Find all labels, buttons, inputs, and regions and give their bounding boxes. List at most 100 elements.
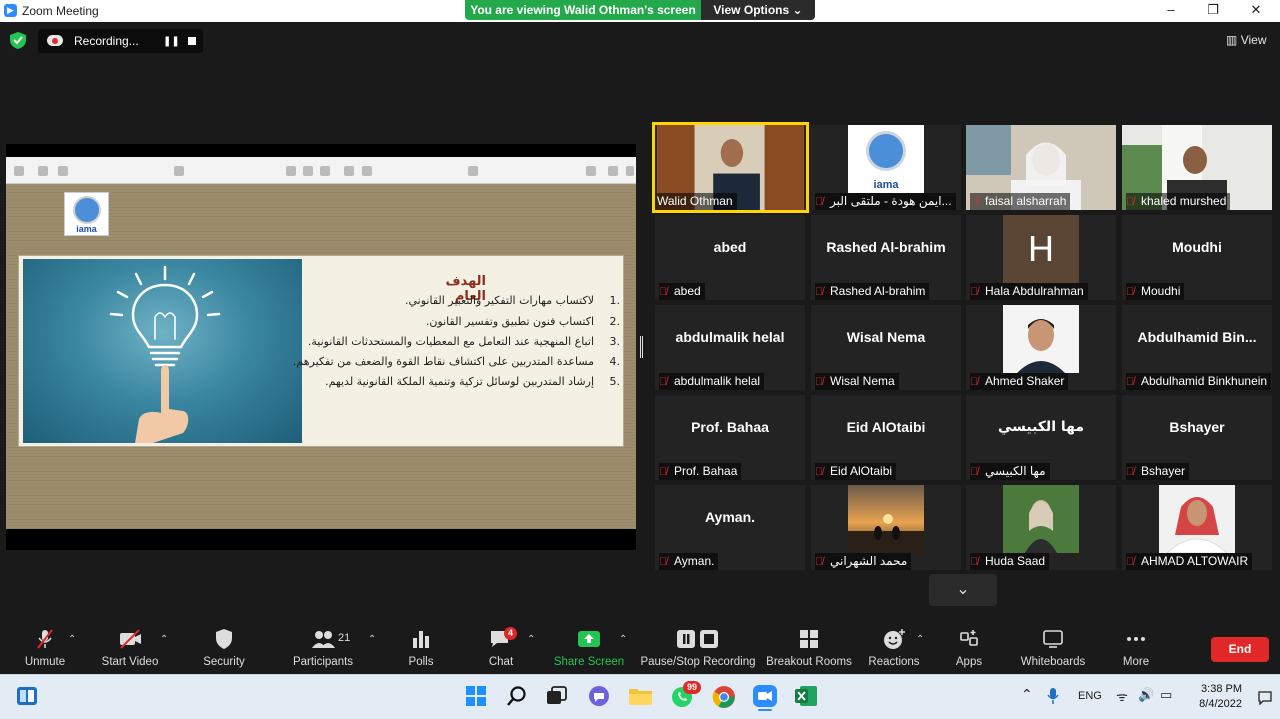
participant-name: 🎙̸ Abdulhamid Binkhunein [1126, 373, 1272, 390]
widgets-icon[interactable] [16, 686, 38, 706]
participant-tile[interactable]: مها الكبيسي 🎙̸ مها الكبيسي [966, 395, 1116, 480]
participant-name: 🎙̸ abdulmalik helal [659, 373, 765, 390]
whatsapp-unread-badge: 99 [683, 681, 702, 694]
whiteboard-icon [1043, 630, 1063, 648]
breakout-rooms-button[interactable]: Breakout Rooms [764, 628, 854, 668]
apps-icon [960, 630, 978, 646]
participant-tile[interactable]: 🎙̸ Ahmed Shaker [966, 305, 1116, 390]
slide-app-toolbar [6, 157, 636, 184]
clock[interactable]: 3:38 PM 8/4/2022 [1196, 682, 1242, 712]
encryption-shield-icon[interactable] [10, 32, 26, 49]
search-icon[interactable] [506, 685, 528, 707]
muted-mic-icon: 🎙̸ [659, 376, 668, 388]
teams-chat-icon[interactable] [587, 685, 611, 707]
stop-recording-icon[interactable] [188, 37, 196, 45]
muted-mic-icon: 🎙̸ [659, 286, 668, 298]
participant-name: 🎙̸ محمد الشهراني [815, 553, 912, 570]
volume-icon[interactable]: 🔊 [1138, 687, 1154, 703]
breakout-rooms-icon [800, 630, 818, 648]
globe-icon [73, 196, 101, 224]
share-screen-icon [578, 631, 600, 647]
polls-button[interactable]: Polls [376, 628, 466, 668]
chat-options-caret[interactable]: ⌃ [527, 634, 535, 645]
audio-options-caret[interactable]: ⌃ [68, 634, 76, 645]
more-button[interactable]: More [1091, 628, 1181, 668]
microphone-icon[interactable] [1046, 687, 1060, 705]
participant-name: 🎙̸ Wisal Nema [815, 373, 899, 390]
participant-display-name: Bshayer [1169, 419, 1225, 435]
more-dots-icon [1127, 637, 1145, 641]
split-resize-handle[interactable] [640, 336, 643, 358]
security-button[interactable]: Security [179, 628, 269, 668]
view-options-button[interactable]: View Options ⌄ [701, 0, 815, 20]
maximize-button[interactable]: ❐ [1198, 1, 1228, 19]
participant-tile[interactable]: Moudhi 🎙̸ Moudhi [1122, 215, 1272, 300]
view-button[interactable]: ▥ View [1226, 33, 1266, 47]
participant-display-name: Wisal Nema [846, 329, 926, 345]
shield-icon [216, 629, 232, 649]
participant-name: 🎙̸ مها الكبيسي [970, 463, 1050, 480]
recording-indicator: Recording... ❚❚ [38, 29, 203, 53]
muted-mic-icon: 🎙̸ [970, 466, 979, 478]
wifi-icon[interactable]: ᯤ [1116, 687, 1128, 705]
pause-stop-recording-button[interactable]: Pause/Stop Recording [638, 628, 758, 668]
close-button[interactable]: ✕ [1241, 1, 1271, 19]
iama-logo: iama [64, 192, 109, 236]
end-meeting-button[interactable]: End [1211, 637, 1269, 662]
muted-mic-icon: 🎙̸ [815, 466, 824, 478]
windows-start-icon[interactable] [465, 685, 487, 707]
participant-photo [1003, 305, 1079, 373]
muted-mic-icon: 🎙̸ [970, 556, 979, 568]
participant-tile[interactable]: iama 🎙̸ ايمن هودة - ملتقى البر... [811, 125, 961, 210]
share-options-caret[interactable]: ⌃ [619, 634, 627, 645]
zoom-app-icon[interactable] [752, 684, 778, 708]
recording-label: Recording... [74, 34, 139, 48]
polls-icon [413, 631, 429, 648]
participant-logo: iama [848, 125, 924, 193]
muted-mic-icon: 🎙̸ [970, 286, 979, 298]
chrome-icon[interactable] [712, 685, 736, 709]
clock-time: 3:38 PM [1201, 683, 1242, 695]
participants-button[interactable]: Participants [278, 628, 368, 668]
whiteboards-button[interactable]: Whiteboards [1008, 628, 1098, 668]
participant-tile[interactable]: Rashed Al-brahim 🎙̸ Rashed Al-brahim [811, 215, 961, 300]
participants-icon [312, 631, 335, 648]
participant-tile[interactable]: 🎙̸ khaled murshed [1122, 125, 1272, 210]
notifications-icon[interactable] [1257, 691, 1273, 705]
participant-tile[interactable]: 🎙̸ محمد الشهراني [811, 485, 961, 570]
participant-tile[interactable]: 🎙̸ faisal alsharrah [966, 125, 1116, 210]
participant-display-name: Rashed Al-brahim [826, 239, 946, 255]
task-view-icon[interactable] [546, 686, 568, 706]
participant-display-name: Abdulhamid Bin... [1137, 329, 1257, 345]
participant-tile[interactable]: H 🎙̸ Hala Abdulrahman [966, 215, 1116, 300]
unmute-button[interactable]: Unmute [0, 628, 90, 668]
participant-tile[interactable]: 🎙̸ AHMAD ALTOWAIR [1122, 485, 1272, 570]
participant-tile[interactable]: Prof. Bahaa 🎙̸ Prof. Bahaa [655, 395, 805, 480]
system-tray-expand-icon[interactable]: ⌃ [1021, 686, 1033, 703]
participant-name: 🎙̸ Rashed Al-brahim [815, 283, 930, 300]
participant-tile[interactable]: abdulmalik helal 🎙̸ abdulmalik helal [655, 305, 805, 390]
gallery-next-page-button[interactable]: ⌄ [929, 574, 997, 606]
muted-mic-icon: 🎙̸ [659, 556, 668, 568]
participant-display-name: abdulmalik helal [675, 329, 785, 345]
muted-mic-icon: 🎙̸ [659, 466, 668, 478]
participant-tile[interactable]: abed 🎙̸ abed [655, 215, 805, 300]
participant-name: 🎙̸ Hala Abdulrahman [970, 283, 1088, 300]
minimize-button[interactable]: – [1156, 1, 1186, 19]
video-options-caret[interactable]: ⌃ [160, 634, 168, 645]
participant-tile[interactable]: Bshayer 🎙̸ Bshayer [1122, 395, 1272, 480]
pause-recording-icon[interactable]: ❚❚ [163, 36, 180, 47]
file-explorer-icon[interactable] [628, 686, 653, 706]
battery-icon[interactable]: ▭ [1160, 687, 1172, 703]
participant-photo [1159, 485, 1235, 553]
participant-tile[interactable]: 🎙̸ Huda Saad [966, 485, 1116, 570]
excel-icon[interactable] [794, 685, 818, 707]
apps-button[interactable]: Apps [924, 628, 1014, 668]
input-language[interactable]: ENG [1078, 690, 1102, 702]
participant-tile[interactable]: Eid AlOtaibi 🎙̸ Eid AlOtaibi [811, 395, 961, 480]
lightbulb-illustration [23, 259, 302, 443]
participant-tile[interactable]: Ayman. 🎙̸ Ayman. [655, 485, 805, 570]
participant-tile[interactable]: Abdulhamid Bin... 🎙̸ Abdulhamid Binkhunei… [1122, 305, 1272, 390]
participant-tile[interactable]: Walid Othman [652, 122, 809, 213]
participant-tile[interactable]: Wisal Nema 🎙̸ Wisal Nema [811, 305, 961, 390]
